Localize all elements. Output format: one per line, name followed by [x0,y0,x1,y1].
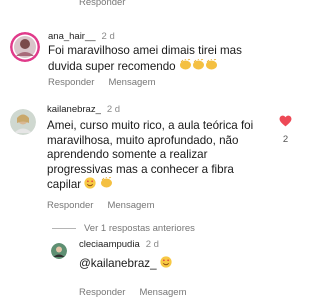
view-replies-label: Ver 1 respostas anteriores [84,223,195,234]
clapping-hands-icon [205,58,218,71]
respond-button[interactable]: Responder [47,200,93,211]
clapping-hands-icon [179,58,192,71]
message-button[interactable]: Mensagem [139,287,186,298]
avatar[interactable] [10,109,36,135]
view-previous-replies[interactable]: Ver 1 respostas anteriores [52,223,195,234]
heart-icon[interactable] [279,114,292,132]
respond-link-top[interactable]: Responder [79,0,125,8]
comment-username[interactable]: kailanebraz_ [47,104,101,115]
avatar[interactable] [10,32,40,62]
reply-text[interactable]: @kailanebraz_ [79,257,157,270]
message-button[interactable]: Mensagem [107,200,154,211]
reply-username[interactable]: cleciaampudia [79,239,140,250]
smiling-face-with-heart-eyes-icon [160,256,172,268]
message-button[interactable]: Mensagem [108,77,155,88]
respond-button[interactable]: Responder [79,287,125,298]
comment-time: 2 d [106,104,121,115]
avatar[interactable] [51,243,67,259]
divider-line [52,228,76,229]
smiling-face-with-heart-eyes-icon [84,177,96,189]
comment-text: Amei, curso muito rico, a aula teórica f… [47,119,254,192]
comment-time: 2 d [101,31,115,42]
clapping-hands-icon [192,58,205,71]
like-block: 2 [279,114,292,145]
comment-username[interactable]: ana_hair__ [48,31,96,42]
like-count: 2 [282,134,289,145]
clapping-hands-icon [100,177,113,189]
reply-time: 2 d [145,239,159,250]
respond-button[interactable]: Responder [48,77,94,88]
